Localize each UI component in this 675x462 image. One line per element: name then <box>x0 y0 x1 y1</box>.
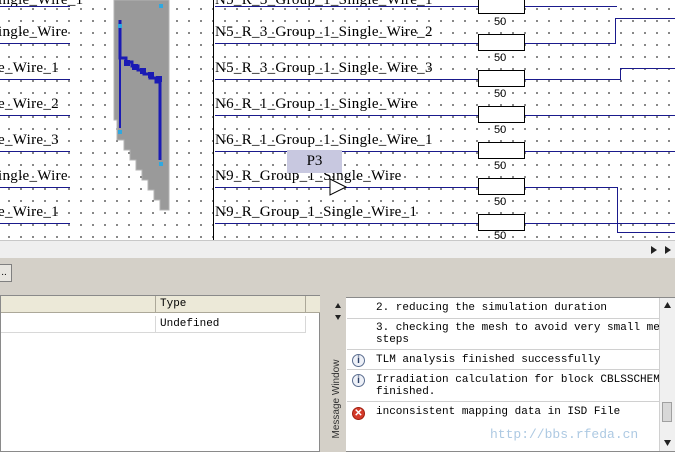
net-label: N5_R_3_Group_1_Single_Wire_2 <box>215 24 433 40</box>
table-cell[interactable] <box>1 316 156 333</box>
arrow-down-icon[interactable] <box>334 313 342 321</box>
message-text: Irradiation calculation for block CBLSSC… <box>376 374 667 386</box>
resistor[interactable] <box>478 214 525 231</box>
wire[interactable] <box>0 115 70 116</box>
resistor[interactable] <box>478 34 525 51</box>
schematic-canvas[interactable]: ingle_Wire_1 ingle_Wire e_Wire_1 e_Wire_… <box>0 0 675 240</box>
resistor[interactable] <box>478 142 525 159</box>
net-label: N9_R_Group_1_Single_Wire_1 <box>215 204 418 220</box>
wire[interactable] <box>615 18 675 19</box>
message-text: 2. reducing the simulation duration <box>376 302 608 314</box>
wire[interactable] <box>0 79 70 80</box>
error-icon: ✕ <box>352 407 365 420</box>
scrollbar-thumb[interactable] <box>662 402 672 422</box>
wire[interactable] <box>215 43 478 44</box>
resistor[interactable] <box>478 0 525 14</box>
net-label: e_Wire_1 <box>0 204 59 220</box>
net-label: ingle_Wire_1 <box>0 0 84 8</box>
message-vertical-scrollbar[interactable] <box>659 298 675 451</box>
wire[interactable] <box>615 18 616 44</box>
wire[interactable] <box>525 79 620 80</box>
properties-table[interactable]: Type Undefined <box>0 295 320 452</box>
table-cell-type[interactable]: Undefined <box>156 316 306 333</box>
message-window-tab[interactable]: Message Window <box>330 297 346 452</box>
wire[interactable] <box>525 43 615 44</box>
wire[interactable] <box>525 223 675 224</box>
connector-component[interactable] <box>112 0 172 212</box>
wire[interactable] <box>215 223 478 224</box>
wire[interactable] <box>215 6 478 7</box>
net-label: N5_R_3_Group_1_Single_Wire_1 <box>215 0 433 8</box>
resistor-value: 50 <box>494 124 507 136</box>
net-label: N6_R_1_Group_1_Single_Wire_1 <box>215 132 433 148</box>
message-text: finished. <box>376 386 436 398</box>
resistor-value: 50 <box>494 196 507 208</box>
resistor-value: 50 <box>494 230 507 240</box>
wire[interactable] <box>525 151 675 152</box>
wire[interactable] <box>525 6 617 7</box>
net-label: ingle_Wire <box>0 24 68 40</box>
message-divider <box>347 401 659 402</box>
net-label: e_Wire_2 <box>0 96 59 112</box>
wire[interactable] <box>0 43 70 44</box>
wire[interactable] <box>0 6 70 7</box>
message-divider <box>347 369 659 370</box>
wire[interactable] <box>525 115 675 116</box>
wire[interactable] <box>0 223 70 224</box>
arrow-up-icon[interactable] <box>334 302 342 310</box>
wire[interactable] <box>620 68 675 69</box>
info-icon: i <box>352 354 365 367</box>
resistor-value: 50 <box>494 52 507 64</box>
wire[interactable] <box>620 68 621 80</box>
wire[interactable] <box>0 151 70 152</box>
arrow-down-icon[interactable] <box>663 438 672 447</box>
message-text: 3. checking the mesh to avoid very small… <box>376 322 674 334</box>
column-header[interactable] <box>1 296 156 313</box>
wire[interactable] <box>525 187 617 188</box>
message-text: steps <box>376 334 410 346</box>
column-header-filler <box>306 296 320 313</box>
wire[interactable] <box>617 232 675 233</box>
message-text: TLM analysis finished successfully <box>376 354 601 366</box>
message-text: inconsistent mapping data in ISD File <box>376 406 621 418</box>
wire[interactable] <box>617 187 618 233</box>
arrow-up-icon[interactable] <box>663 301 672 310</box>
message-divider <box>347 318 659 319</box>
wire[interactable] <box>0 187 70 188</box>
wire[interactable] <box>215 115 478 116</box>
column-header-type[interactable]: Type <box>156 296 306 313</box>
arrow-right-icon[interactable] <box>649 245 659 255</box>
resistor[interactable] <box>478 178 525 195</box>
net-label: ingle_Wire <box>0 168 68 184</box>
wire[interactable] <box>215 151 478 152</box>
resistor-value: 50 <box>494 16 507 28</box>
port-arrow-icon[interactable] <box>328 178 348 196</box>
arrow-right-icon[interactable] <box>663 245 673 255</box>
net-label: e_Wire_1 <box>0 60 59 76</box>
net-label: e_Wire_3 <box>0 132 59 148</box>
resistor-value: 50 <box>494 88 507 100</box>
net-label: N6_R_1_Group_1_Single_Wire <box>215 96 418 112</box>
net-label: N5_R_3_Group_1_Single_Wire_3 <box>215 60 433 76</box>
message-divider <box>347 349 659 350</box>
resistor[interactable] <box>478 70 525 87</box>
watermark-url: http://bbs.rfeda.cn <box>490 427 639 442</box>
info-icon: i <box>352 374 365 387</box>
wire[interactable] <box>215 79 478 80</box>
message-window-title: Message Window <box>331 359 342 439</box>
toolbar-band <box>0 258 675 292</box>
resistor[interactable] <box>478 106 525 123</box>
more-button[interactable]: .. <box>0 264 12 282</box>
schematic-divider <box>213 0 214 240</box>
schematic-horizontal-scrollbar[interactable] <box>0 240 675 259</box>
resistor-value: 50 <box>494 160 507 172</box>
port-tooltip: P3 <box>287 150 342 173</box>
